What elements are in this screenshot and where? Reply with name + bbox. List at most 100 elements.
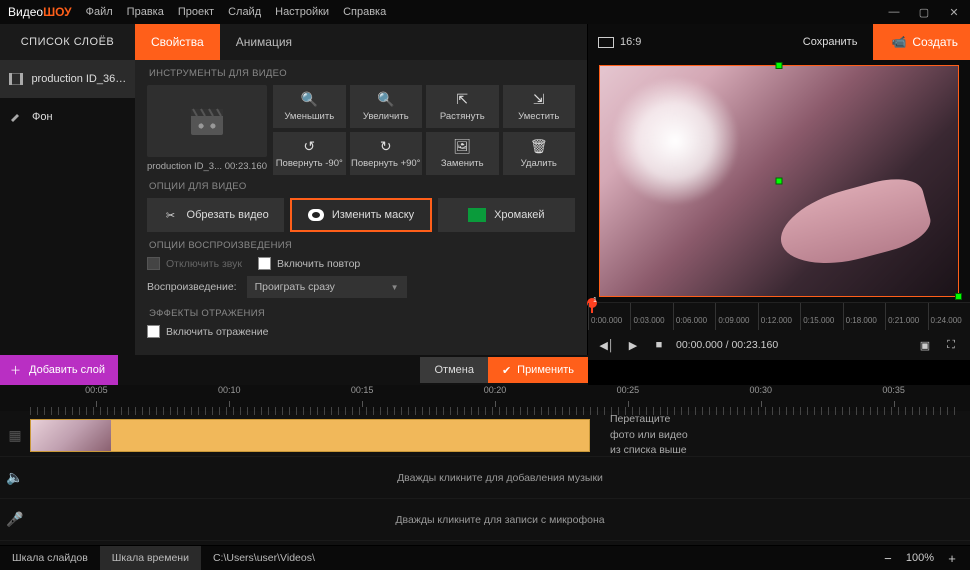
layer-item-video[interactable]: production ID_368... xyxy=(0,60,135,98)
clip-thumb xyxy=(31,420,111,451)
change-mask-button[interactable]: Изменить маску xyxy=(290,198,431,232)
section-video-opts-label: ОПЦИИ ДЛЯ ВИДЕО xyxy=(149,181,575,192)
zoom-out-icon: 🔍 xyxy=(301,91,318,108)
chevron-down-icon: ▼ xyxy=(391,283,399,292)
rotate-ccw-icon: ↺ xyxy=(303,138,315,155)
mic-hint: Дважды кликните для записи с микрофона xyxy=(30,514,970,526)
snapshot-button[interactable]: ▣ xyxy=(916,336,934,354)
crop-video-button[interactable]: ✂ Обрезать видео xyxy=(147,198,284,232)
trash-icon: 🗑 xyxy=(530,138,548,155)
camera-icon: 📹 xyxy=(891,35,906,49)
timeline-clip[interactable] xyxy=(30,419,590,452)
preview-panel: 16:9 Сохранить 📹 Создать 1 0:00.000 0:03… xyxy=(588,24,970,360)
slides-scale-tab[interactable]: Шкала слайдов xyxy=(0,546,100,570)
ruler-tick: 0:06.000 xyxy=(673,303,715,330)
stretch-button[interactable]: ⇱Растянуть xyxy=(426,85,499,128)
reflection-checkbox[interactable]: Включить отражение xyxy=(147,325,268,338)
zoom-in-button[interactable]: + xyxy=(944,551,960,566)
speaker-icon: 🔈 xyxy=(0,469,30,486)
resize-handle[interactable] xyxy=(955,293,962,300)
logo-text-1: Видео xyxy=(8,5,43,19)
zoom-in-button[interactable]: 🔍Увеличить xyxy=(350,85,423,128)
delete-button[interactable]: 🗑Удалить xyxy=(503,132,576,175)
clip-thumbnail-block: production ID_3... 00:23.160 xyxy=(147,85,267,175)
ruler-tick: 0:09.000 xyxy=(715,303,757,330)
rotate-cw-button[interactable]: ↻Повернуть +90° xyxy=(350,132,423,175)
fit-button[interactable]: ⇲Уместить xyxy=(503,85,576,128)
tab-animation[interactable]: Анимация xyxy=(220,24,308,60)
fit-icon: ⇲ xyxy=(533,91,545,108)
apply-button[interactable]: ✔ Применить xyxy=(488,357,588,383)
save-button[interactable]: Сохранить xyxy=(795,36,866,48)
replace-icon: 🖼 xyxy=(453,138,471,155)
check-icon: ✔ xyxy=(502,364,511,377)
mic-track[interactable]: 🎤 Дважды кликните для записи с микрофона xyxy=(0,499,970,541)
menu-settings[interactable]: Настройки xyxy=(275,6,329,18)
time-display: 00:00.000 / 00:23.160 xyxy=(676,339,778,351)
ruler-tick: 0:24.000 xyxy=(928,303,970,330)
layer-label: production ID_368... xyxy=(31,73,127,85)
preview-stage[interactable] xyxy=(588,60,970,302)
rotate-ccw-button[interactable]: ↺Повернуть -90° xyxy=(273,132,346,175)
clip-duration: 00:23.160 xyxy=(225,161,267,172)
ruler-tick: 0:15.000 xyxy=(800,303,842,330)
menu-edit[interactable]: Правка xyxy=(127,6,164,18)
play-button[interactable]: ▶ xyxy=(624,336,642,354)
prev-frame-button[interactable]: ◀│ xyxy=(598,336,616,354)
clip-thumbnail[interactable] xyxy=(147,85,267,157)
menu-slide[interactable]: Слайд xyxy=(228,6,261,18)
app-logo: ВидеоШОУ xyxy=(8,5,72,19)
playback-label: Воспроизведение: xyxy=(147,281,237,293)
stretch-icon: ⇱ xyxy=(456,91,468,108)
chromakey-button[interactable]: Хромакей xyxy=(438,198,575,232)
ruler-tick: 0:00.000 xyxy=(588,303,630,330)
menu-help[interactable]: Справка xyxy=(343,6,386,18)
ruler-tick: 0:18.000 xyxy=(843,303,885,330)
tab-properties[interactable]: Свойства xyxy=(135,24,220,60)
cancel-button[interactable]: Отмена xyxy=(420,357,487,383)
section-reflect-label: ЭФФЕКТЫ ОТРАЖЕНИЯ xyxy=(149,308,575,319)
logo-text-2: ШОУ xyxy=(43,5,72,19)
aspect-icon xyxy=(598,37,614,48)
ruler-tick: 0:21.000 xyxy=(885,303,927,330)
menubar: ВидеоШОУ Файл Правка Проект Слайд Настро… xyxy=(0,0,970,24)
timeline-ruler[interactable]: 00:05 00:10 00:15 00:20 00:25 00:30 00:3… xyxy=(0,385,970,411)
section-play-opts-label: ОПЦИИ ВОСПРОИЗВЕДЕНИЯ xyxy=(149,240,575,251)
minimize-button[interactable]: — xyxy=(886,4,902,20)
aspect-ratio-selector[interactable]: 16:9 xyxy=(598,36,641,48)
loop-checkbox[interactable]: Включить повтор xyxy=(258,257,360,270)
resize-handle[interactable] xyxy=(776,62,783,69)
section-tools-label: ИНСТРУМЕНТЫ ДЛЯ ВИДЕО xyxy=(149,68,575,79)
replace-button[interactable]: 🖼Заменить xyxy=(426,132,499,175)
zoom-out-button[interactable]: 🔍Уменьшить xyxy=(273,85,346,128)
clip-name: production ID_3... xyxy=(147,161,222,172)
center-handle[interactable] xyxy=(776,178,783,185)
preview-controls: ◀│ ▶ ■ 00:00.000 / 00:23.160 ▣ ⛶ xyxy=(588,330,970,360)
timeline: 00:05 00:10 00:15 00:20 00:25 00:30 00:3… xyxy=(0,385,970,545)
audio-track[interactable]: 🔈 Дважды кликните для добавления музыки xyxy=(0,457,970,499)
layer-item-background[interactable]: Фон xyxy=(0,98,135,136)
add-layer-button[interactable]: ＋ Добавить слой xyxy=(0,355,118,385)
ruler-tick: 0:03.000 xyxy=(630,303,672,330)
path-display: C:\Users\user\Videos\ xyxy=(201,552,327,564)
menu-project[interactable]: Проект xyxy=(178,6,214,18)
stop-button[interactable]: ■ xyxy=(650,336,668,354)
create-button[interactable]: 📹 Создать xyxy=(873,24,970,60)
plus-icon: ＋ xyxy=(10,362,21,378)
rotate-cw-icon: ↻ xyxy=(380,138,392,155)
video-track-icon: ▦ xyxy=(0,427,30,444)
maximize-button[interactable]: ▢ xyxy=(916,4,932,20)
chroma-swatch-icon xyxy=(468,208,486,222)
playback-dropdown[interactable]: Проиграть сразу ▼ xyxy=(247,276,407,298)
audio-hint: Дважды кликните для добавления музыки xyxy=(30,472,970,484)
fullscreen-button[interactable]: ⛶ xyxy=(942,336,960,354)
video-track[interactable]: ▦ Перетащите фото или видео из списка вы… xyxy=(0,415,970,457)
timeline-scale-tab[interactable]: Шкала времени xyxy=(100,546,201,570)
scissors-icon: ✂ xyxy=(163,207,179,223)
close-button[interactable]: ✕ xyxy=(946,4,962,20)
menu-file[interactable]: Файл xyxy=(86,6,113,18)
zoom-out-button[interactable]: − xyxy=(880,551,896,566)
drag-hint: Перетащите фото или видео из списка выше xyxy=(610,412,688,459)
preview-ruler[interactable]: 1 0:00.000 0:03.000 0:06.000 0:09.000 0:… xyxy=(588,302,970,330)
mute-checkbox[interactable]: Отключить звук xyxy=(147,257,242,270)
